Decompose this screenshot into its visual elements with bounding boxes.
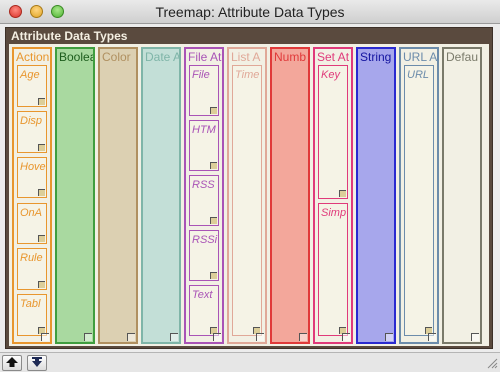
note-corner-icon bbox=[210, 162, 217, 169]
note-tile[interactable]: Age bbox=[17, 65, 47, 107]
treemap-title: Attribute Data Types bbox=[11, 29, 128, 43]
column-corner-icon bbox=[256, 333, 264, 341]
treemap-column[interactable]: List A Time bbox=[227, 47, 267, 344]
column-label: Date A bbox=[145, 50, 181, 64]
column-corner-icon bbox=[170, 333, 178, 341]
note-tile[interactable]: RSSi bbox=[189, 230, 219, 281]
column-label: String bbox=[360, 50, 392, 64]
column-label: Color bbox=[102, 50, 131, 64]
treemap-column[interactable]: File At File HTM RSS RSSi Text bbox=[184, 47, 224, 344]
note-label: RSSi bbox=[192, 234, 218, 246]
column-corner-icon bbox=[213, 333, 221, 341]
resize-grip-icon[interactable] bbox=[485, 356, 498, 369]
title-bar[interactable]: Treemap: Attribute Data Types bbox=[0, 0, 500, 24]
note-label: Time bbox=[235, 69, 260, 81]
treemap-column[interactable]: Numb bbox=[270, 47, 310, 344]
column-corner-icon bbox=[127, 333, 135, 341]
treemap-column[interactable]: Color bbox=[98, 47, 138, 344]
treemap-column[interactable]: Defau bbox=[442, 47, 482, 344]
treemap-column[interactable]: String bbox=[356, 47, 396, 344]
note-tile[interactable]: HTM bbox=[189, 120, 219, 171]
note-corner-icon bbox=[38, 189, 45, 197]
column-label: List A bbox=[231, 50, 261, 64]
note-tile[interactable]: Key bbox=[318, 65, 348, 199]
note-label: URL bbox=[407, 69, 430, 81]
note-tile[interactable]: OnA bbox=[17, 202, 47, 245]
column-corner-icon bbox=[41, 333, 49, 341]
up-arrow-icon[interactable] bbox=[2, 355, 22, 371]
column-corner-icon bbox=[385, 333, 393, 341]
note-label: HTM bbox=[192, 124, 216, 136]
note-tile[interactable]: URL bbox=[404, 65, 434, 336]
column-label: URL A bbox=[403, 50, 438, 64]
note-corner-icon bbox=[210, 107, 217, 114]
column-corner-icon bbox=[84, 333, 92, 341]
note-label: Simp bbox=[321, 206, 347, 219]
column-corner-icon bbox=[342, 333, 350, 341]
column-label: Defau bbox=[446, 50, 479, 64]
note-label: Rule bbox=[20, 252, 43, 265]
window-title: Treemap: Attribute Data Types bbox=[155, 4, 345, 20]
note-tile[interactable]: Text bbox=[189, 285, 219, 336]
column-corner-icon bbox=[428, 333, 436, 341]
note-tile[interactable]: File bbox=[189, 65, 219, 116]
note-label: Tabl bbox=[20, 298, 41, 311]
treemap-column[interactable]: Set At Key Simp bbox=[313, 47, 353, 344]
note-tile[interactable]: Tabl bbox=[17, 294, 47, 336]
note-corner-icon bbox=[339, 189, 346, 197]
column-corner-icon bbox=[299, 333, 307, 341]
note-tile[interactable]: Simp bbox=[318, 202, 348, 336]
note-label: Age bbox=[20, 69, 40, 81]
column-label: Numb bbox=[274, 50, 307, 64]
note-corner-icon bbox=[38, 97, 45, 105]
column-label: File At bbox=[188, 50, 222, 64]
down-arrow-icon[interactable] bbox=[27, 355, 47, 371]
note-tile[interactable]: Rule bbox=[17, 248, 47, 291]
note-label: OnA bbox=[20, 206, 43, 219]
note-corner-icon bbox=[210, 217, 217, 224]
note-tile[interactable]: Disp bbox=[17, 110, 47, 153]
treemap-column[interactable]: Date A bbox=[141, 47, 181, 344]
note-corner-icon bbox=[38, 143, 45, 151]
note-corner-icon bbox=[38, 281, 45, 289]
treemap-column[interactable]: URL A URL bbox=[399, 47, 439, 344]
note-label: RSS bbox=[192, 179, 215, 191]
treemap-container[interactable]: Attribute Data Types Action Age Disp Hove On… bbox=[5, 27, 493, 349]
column-label: Action bbox=[16, 50, 50, 64]
note-label: File bbox=[192, 69, 210, 81]
treemap-window: Treemap: Attribute Data Types Attribute … bbox=[0, 0, 500, 372]
column-label: Boolea bbox=[59, 50, 95, 64]
note-corner-icon bbox=[38, 235, 45, 243]
treemap-area: Action Age Disp Hove OnA Rule Tabl Boolea Color D… bbox=[9, 44, 489, 346]
column-corner-icon bbox=[471, 333, 479, 341]
column-label: Set At bbox=[317, 50, 350, 64]
note-tile[interactable]: Hove bbox=[17, 156, 47, 199]
note-label: Text bbox=[192, 289, 213, 301]
note-tile[interactable]: RSS bbox=[189, 175, 219, 226]
note-label: Disp bbox=[20, 114, 43, 127]
note-tile[interactable]: Time bbox=[232, 65, 262, 336]
note-label: Hove bbox=[20, 160, 46, 173]
treemap-column[interactable]: Action Age Disp Hove OnA Rule Tabl bbox=[12, 47, 52, 344]
bottom-toolbar bbox=[0, 352, 500, 372]
note-corner-icon bbox=[210, 272, 217, 279]
treemap-column[interactable]: Boolea bbox=[55, 47, 95, 344]
note-label: Key bbox=[321, 69, 340, 81]
